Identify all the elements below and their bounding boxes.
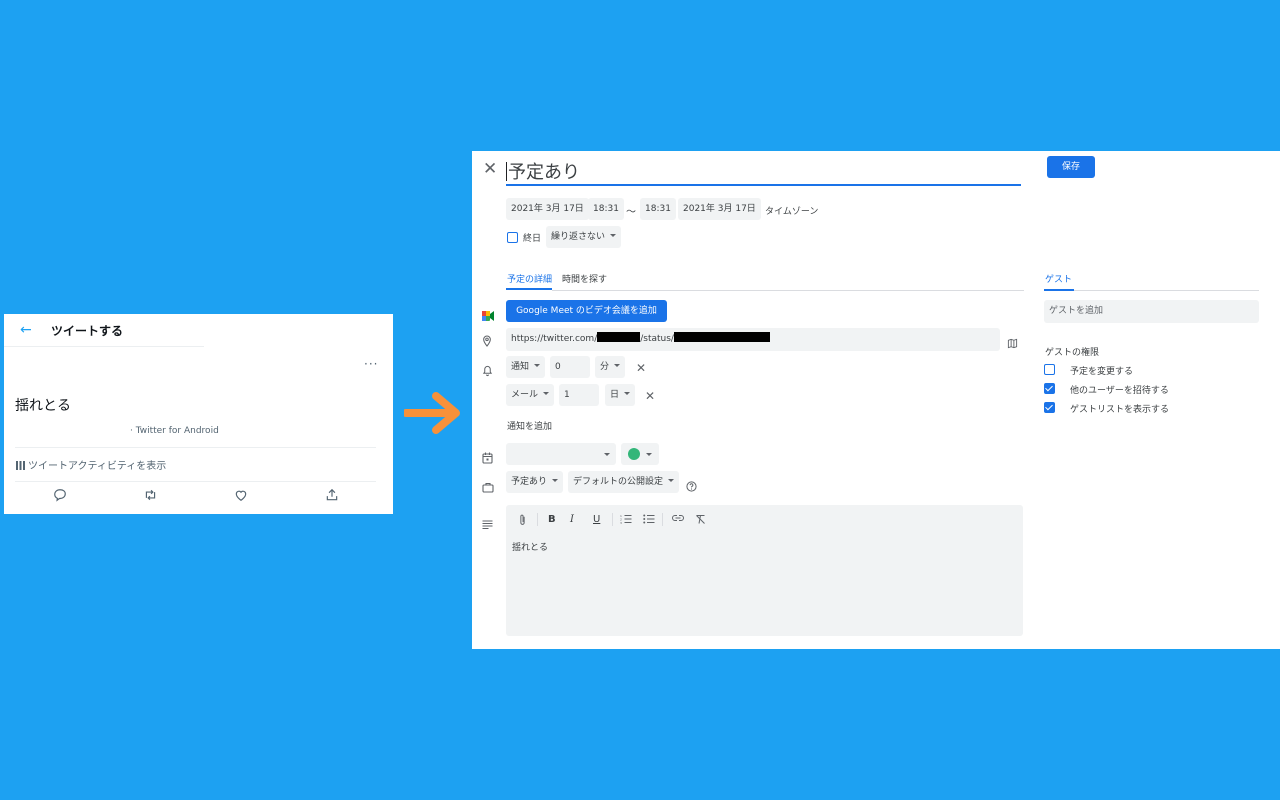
divider [552,290,1024,291]
tweet-source[interactable]: · Twitter for Android [130,426,219,436]
retweet-icon[interactable] [143,488,158,507]
toolbar-separator [662,513,663,526]
repeat-dropdown[interactable]: 繰り返さない [546,226,622,248]
tweet-action-bar [15,488,376,504]
location-pin-icon [482,332,492,351]
tweet-text: 揺れとる [15,398,71,414]
reply-icon[interactable] [53,488,67,507]
divider [15,481,376,482]
add-guest-input[interactable]: ゲストを追加 [1044,300,1259,323]
color-dot [628,448,640,460]
numbered-list-icon[interactable]: 123 [620,514,632,527]
guest-permissions-title: ゲストの権限 [1045,348,1100,358]
google-meet-icon [482,306,494,325]
redacted-block [673,332,770,342]
location-url-prefix: https://twitter.com/ [511,334,598,344]
tab-event-details[interactable]: 予定の詳細 [507,272,552,285]
link-icon[interactable] [672,514,684,525]
divider [15,447,376,448]
notification-unit-dropdown[interactable]: 分 [595,356,626,378]
calendar-icon [482,449,493,468]
allday-label: 終日 [523,234,542,244]
description-icon [482,514,493,533]
permission-modify-checkbox[interactable] [1044,364,1055,375]
start-time-field[interactable]: 18:31 [588,198,624,220]
analytics-icon [16,461,25,470]
location-url-mid: /status/ [640,334,674,344]
notification-value-input[interactable]: 0 [550,356,590,378]
add-google-meet-button[interactable]: Google Meet のビデオ会議を追加 [506,300,667,322]
timezone-button[interactable]: タイムゾーン [765,204,818,217]
availability-dropdown[interactable]: 予定あり [506,471,564,493]
end-date-field[interactable]: 2021年 3月 17日 [678,198,761,220]
clear-formatting-icon[interactable] [695,514,706,528]
notification-type-dropdown[interactable]: メール [506,384,555,406]
svg-text:3: 3 [620,521,622,524]
tweet-header-title: ツイートする [51,324,124,338]
tweet-activity-label: ツイートアクティビティを表示 [28,461,167,472]
chevron-down-icon [604,453,610,456]
toolbar-separator [537,513,538,526]
notification-type-dropdown[interactable]: 通知 [506,356,546,378]
event-color-dropdown[interactable] [621,443,659,465]
permission-invite-label: 他のユーザーを招待する [1070,386,1169,396]
more-options-icon[interactable]: ··· [364,357,378,371]
tab-find-time[interactable]: 時間を探す [562,272,607,285]
map-icon[interactable] [1007,334,1018,353]
tab-indicator [506,288,552,290]
tweet-activity-link[interactable]: ツイートアクティビティを表示 [16,457,166,472]
permission-seelist-checkbox[interactable] [1044,402,1055,413]
start-date-field[interactable]: 2021年 3月 17日 [506,198,589,220]
permission-invite-checkbox[interactable] [1044,383,1055,394]
permission-modify-label: 予定を変更する [1070,367,1134,377]
text-caret [506,162,507,181]
bullet-list-icon[interactable] [643,514,655,527]
calendar-event-editor: ✕ 予定あり 保存 2021年 3月 17日 18:31 〜 18:31 202… [472,151,1280,649]
permission-seelist-label: ゲストリストを表示する [1070,405,1170,415]
redacted-block [597,332,641,342]
tweet-panel: ← ツイートする ··· 揺れとる · Twitter for Android … [4,314,393,514]
help-icon[interactable] [686,477,697,496]
allday-checkbox[interactable] [507,232,518,243]
description-text: 揺れとる [512,543,549,553]
underline-icon[interactable]: U [593,514,600,525]
chevron-down-icon [646,453,652,456]
event-title-text: 予定あり [508,162,580,183]
bold-icon[interactable]: B [548,514,556,525]
end-time-field[interactable]: 18:31 [640,198,676,220]
toolbar-separator [612,513,613,526]
divider [1074,290,1259,291]
location-input[interactable]: https://twitter.com/ /status/ [506,328,1000,351]
remove-notification-icon[interactable]: ✕ [636,361,646,375]
tab-guests[interactable]: ゲスト [1045,272,1072,285]
bell-icon [482,362,493,381]
calendar-select-dropdown[interactable] [506,443,616,465]
notification-unit-dropdown[interactable]: 日 [605,384,636,406]
italic-icon[interactable]: I [570,514,574,525]
like-icon[interactable] [234,488,248,507]
description-editor[interactable]: B I U 123 揺れとる [506,505,1023,636]
arrow-left-icon[interactable]: ← [20,322,32,338]
notification-value-input[interactable]: 1 [559,384,599,406]
remove-notification-icon[interactable]: ✕ [645,389,655,403]
close-icon[interactable]: ✕ [483,159,497,179]
add-notification-button[interactable]: 通知を追加 [507,419,552,432]
visibility-dropdown[interactable]: デフォルトの公開設定 [568,471,680,493]
briefcase-icon [482,478,494,497]
tab-indicator [1044,289,1074,291]
save-button[interactable]: 保存 [1047,156,1095,178]
share-icon[interactable] [325,488,339,507]
event-title-input[interactable]: 予定あり [506,158,1021,186]
arrow-right-icon [402,392,462,438]
attachment-icon[interactable] [518,514,527,529]
date-range-separator: 〜 [626,207,636,218]
